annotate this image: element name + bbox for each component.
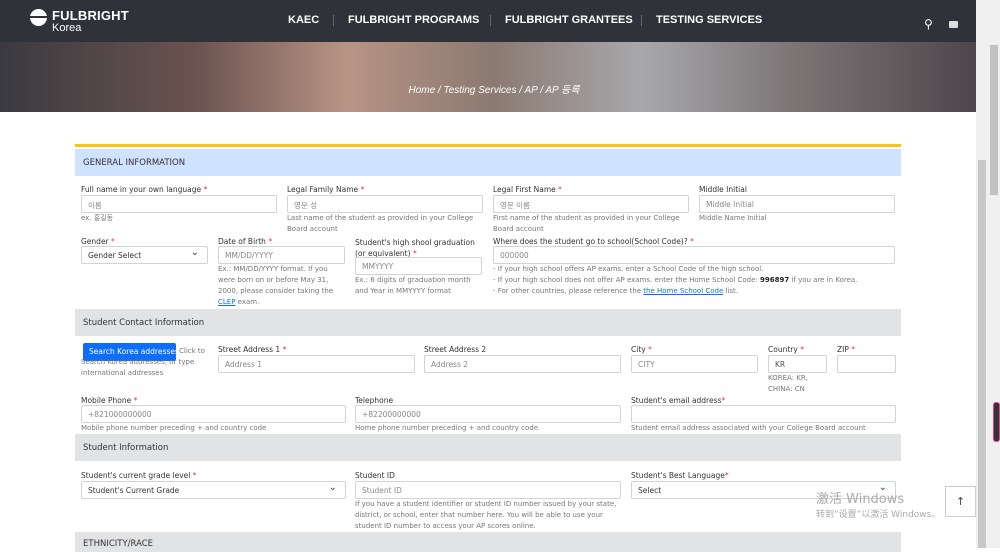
graduation-help: Ex.: 6 digits of graduation month and Ye… xyxy=(355,276,471,295)
nav-divider xyxy=(641,15,642,26)
city-input[interactable]: CITY xyxy=(631,355,758,373)
student-id-help: If you have a student identifier or stud… xyxy=(355,500,617,530)
email-help: Student email address associated with yo… xyxy=(631,424,866,432)
middle-initial-input[interactable]: Middle Initial xyxy=(699,195,895,213)
country-help: KOREA: KR, CHINA: CN xyxy=(768,374,808,393)
language-flag-icon[interactable] xyxy=(949,21,958,28)
best-language-label: Student's Best Language* xyxy=(631,471,729,480)
student-id-label: Student ID xyxy=(355,471,395,480)
mobile-label: Mobile Phone * xyxy=(81,396,138,405)
top-navbar xyxy=(0,0,988,42)
hero-banner xyxy=(0,42,988,112)
dob-input[interactable]: MM/DD/YYYY xyxy=(218,246,345,264)
accent-divider xyxy=(75,144,901,147)
best-language-value: Select xyxy=(638,486,662,495)
middle-initial-label: Middle Initial xyxy=(699,185,747,194)
telephone-help: Home phone number preceding + and countr… xyxy=(355,424,539,432)
student-id-input[interactable]: Student ID xyxy=(355,481,621,499)
school-code-label: Where does the student go to school(Scho… xyxy=(493,237,694,246)
gender-value: Gender Select xyxy=(88,251,142,260)
back-to-top-button[interactable]: ↑ xyxy=(945,486,976,517)
address2-label: Street Address 2 xyxy=(424,345,487,354)
nav-testing-services[interactable]: TESTING SERVICES xyxy=(656,14,762,26)
first-name-help: First name of the student as provided in… xyxy=(493,214,680,233)
nav-divider xyxy=(490,15,491,26)
email-label: Student's email address* xyxy=(631,396,726,405)
dob-help: Ex.: MM/DD/YYYY format. If you were born… xyxy=(218,265,334,306)
section-student-information: Student Information xyxy=(75,434,901,461)
address1-label: Street Address 1 * xyxy=(218,345,287,354)
section-student-contact: Student Contact Information xyxy=(75,309,901,336)
clep-link[interactable]: CLEP xyxy=(218,298,235,306)
telephone-label: Telephone xyxy=(355,396,394,405)
graduation-input[interactable]: MMYYYY xyxy=(355,257,482,275)
section-general-information: GENERAL INFORMATION xyxy=(75,149,901,176)
full-name-label: Full name in your own language * xyxy=(81,185,208,194)
full-name-input[interactable]: 이름 xyxy=(81,195,277,213)
nav-divider xyxy=(333,15,334,26)
first-name-label: Legal First Name * xyxy=(493,185,562,194)
mobile-help: Mobile phone number preceding + and coun… xyxy=(81,424,267,432)
mobile-input[interactable]: +821000000000 xyxy=(81,405,346,423)
dob-label: Date of Birth * xyxy=(218,237,273,246)
section-ethnicity-race: ETHNICITY/RACE xyxy=(75,532,901,552)
address1-input[interactable]: Address 1 xyxy=(218,355,415,373)
windows-activation-title: 激活 Windows xyxy=(816,492,905,507)
side-widget-handle[interactable] xyxy=(993,402,1000,442)
nav-fulbright-programs[interactable]: FULBRIGHT PROGRAMS xyxy=(348,14,479,26)
search-icon[interactable]: ⚲ xyxy=(924,17,933,31)
telephone-input[interactable]: +82200000000 xyxy=(355,405,621,423)
gender-label: Gender * xyxy=(81,237,115,246)
school-code-input[interactable]: 000000 xyxy=(493,246,895,264)
globe-icon xyxy=(30,9,47,26)
nav-kaec[interactable]: KAEC xyxy=(288,14,319,26)
address2-input[interactable]: Address 2 xyxy=(424,355,621,373)
family-name-label: Legal Family Name * xyxy=(287,185,365,194)
page-scrollbar[interactable] xyxy=(988,0,1000,548)
grade-label: Student's current grade level * xyxy=(81,471,197,480)
school-code-help: - If your high school offers AP exams. e… xyxy=(493,265,858,295)
grade-select[interactable]: Student's Current Grade xyxy=(81,481,346,499)
city-label: City * xyxy=(631,345,652,354)
inner-scrollbar[interactable] xyxy=(976,0,988,548)
zip-label: ZIP * xyxy=(837,345,856,354)
nav-fulbright-grantees[interactable]: FULBRIGHT GRANTEES xyxy=(505,14,633,26)
family-name-input[interactable]: 영문 성 xyxy=(287,195,483,213)
family-name-help: Last name of the student as provided in … xyxy=(287,214,474,233)
graduation-label: Student's high shool graduation (or equi… xyxy=(355,238,475,258)
middle-initial-help: Middle Name Initial xyxy=(699,214,767,222)
first-name-input[interactable]: 영문 이름 xyxy=(493,195,689,213)
email-input[interactable] xyxy=(631,405,896,423)
home-school-code-link[interactable]: the Home School Code xyxy=(643,287,723,295)
grade-value: Student's Current Grade xyxy=(88,486,180,495)
breadcrumb: Home / Testing Services / AP / AP 등록 xyxy=(408,85,580,96)
windows-activation-text: 转到“设置”以激活 Windows。 xyxy=(816,510,941,520)
zip-input[interactable] xyxy=(837,355,896,373)
country-label: Country * xyxy=(768,345,804,354)
full-name-help: ex. 홍길동 xyxy=(81,214,114,222)
gender-select[interactable]: Gender Select xyxy=(81,246,208,264)
country-input[interactable]: KR xyxy=(768,355,827,373)
search-address-help: Click to Search Korea addresses, or type… xyxy=(81,347,205,377)
